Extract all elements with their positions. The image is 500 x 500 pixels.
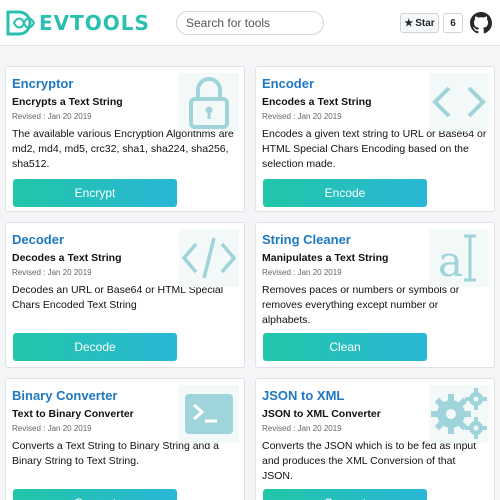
star-button-label: Star bbox=[415, 17, 435, 29]
card-revised-date: Revised : Jan 20 2019 bbox=[12, 424, 92, 433]
card-subtitle: Text to Binary Converter bbox=[12, 408, 134, 420]
clean-button[interactable]: Clean bbox=[263, 333, 427, 361]
card-title[interactable]: Encryptor bbox=[12, 76, 73, 91]
star-count[interactable]: 6 bbox=[443, 13, 463, 33]
svg-text:a: a bbox=[438, 237, 463, 286]
text-cursor-icon: a bbox=[429, 229, 489, 287]
logo-d-infinity-icon bbox=[6, 10, 36, 36]
star-icon: ★ bbox=[404, 17, 414, 29]
card-description: The available various Encryption Algorit… bbox=[12, 128, 234, 170]
card-subtitle: Manipulates a Text String bbox=[262, 252, 389, 264]
card-description: Converts the JSON which is to be fed as … bbox=[262, 440, 477, 482]
card-revised-date: Revised : Jan 20 2019 bbox=[12, 112, 92, 121]
card-description: Encodes a given text string to URL or Ba… bbox=[262, 128, 487, 170]
encode-button[interactable]: Encode bbox=[263, 179, 427, 207]
gears-icon bbox=[429, 385, 489, 443]
card-subtitle: JSON to XML Converter bbox=[262, 408, 381, 420]
tool-card-decoder: Decoder Decodes a Text String Revised : … bbox=[5, 222, 245, 368]
search-input[interactable] bbox=[176, 11, 324, 35]
tool-card-binary-converter: Binary Converter Text to Binary Converte… bbox=[5, 378, 245, 500]
card-subtitle: Encodes a Text String bbox=[262, 96, 372, 108]
tool-card-string-cleaner: String Cleaner Manipulates a Text String… bbox=[255, 222, 495, 368]
card-subtitle: Decodes a Text String bbox=[12, 252, 122, 264]
card-subtitle: Encrypts a Text String bbox=[12, 96, 123, 108]
terminal-icon bbox=[179, 385, 239, 443]
card-revised-date: Revised : Jan 20 2019 bbox=[262, 268, 342, 277]
card-description: Removes paces or numbers or symbols or r… bbox=[262, 284, 460, 326]
card-description: Decodes an URL or Base64 or HTML Special… bbox=[12, 284, 224, 311]
card-title[interactable]: JSON to XML bbox=[262, 388, 344, 403]
card-revised-date: Revised : Jan 20 2019 bbox=[262, 112, 342, 121]
code-brackets-icon bbox=[429, 73, 489, 131]
card-title[interactable]: Decoder bbox=[12, 232, 64, 247]
card-title[interactable]: Encoder bbox=[262, 76, 314, 91]
github-star-button[interactable]: ★ Star bbox=[400, 13, 439, 33]
tool-card-encryptor: Encryptor Encrypts a Text String Revised… bbox=[5, 66, 245, 212]
card-description: Converts a Text String to Binary String … bbox=[12, 440, 219, 467]
card-revised-date: Revised : Jan 20 2019 bbox=[262, 424, 342, 433]
decode-button[interactable]: Decode bbox=[13, 333, 177, 361]
tool-card-json-to-xml: JSON to XML JSON to XML Converter Revise… bbox=[255, 378, 495, 500]
card-title[interactable]: String Cleaner bbox=[262, 232, 351, 247]
binary-convert-button[interactable]: Convert bbox=[13, 489, 177, 500]
padlock-icon bbox=[179, 73, 239, 131]
card-revised-date: Revised : Jan 20 2019 bbox=[12, 268, 92, 277]
encrypt-button[interactable]: Encrypt bbox=[13, 179, 177, 207]
tool-card-encoder: Encoder Encodes a Text String Revised : … bbox=[255, 66, 495, 212]
card-title[interactable]: Binary Converter bbox=[12, 388, 117, 403]
code-slash-icon bbox=[179, 229, 239, 287]
top-header: EVTOOLS ★ Star 6 bbox=[0, 0, 500, 46]
github-icon[interactable] bbox=[470, 12, 492, 34]
json-convert-button[interactable]: Convert bbox=[263, 489, 427, 500]
logo-text: EVTOOLS bbox=[39, 11, 150, 35]
devtools-logo[interactable]: EVTOOLS bbox=[4, 9, 150, 37]
